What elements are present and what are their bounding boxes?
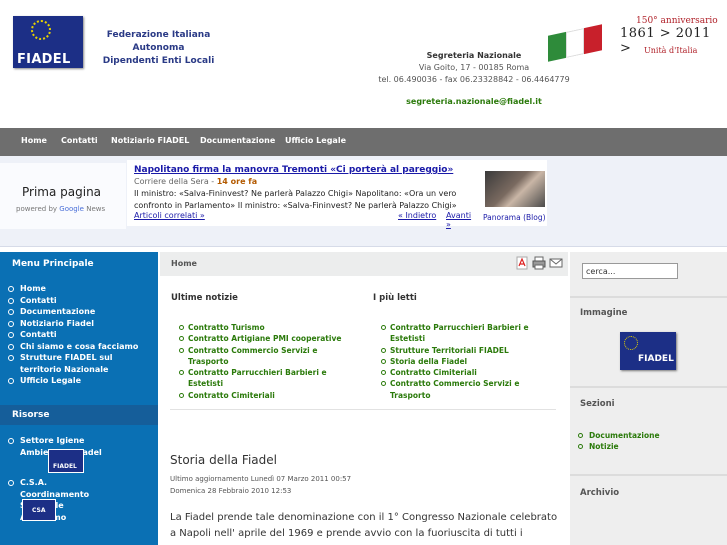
menu-item-chi-siamo[interactable]: Chi siamo e cosa facciamo [8, 341, 138, 353]
news-story: Napolitano firma la manovra Tremonti «Ci… [127, 160, 547, 229]
menu-item-contatti-2[interactable]: Contatti [8, 329, 138, 341]
nav-home[interactable]: Home [21, 136, 47, 145]
sections-list: Documentazione Notizie [578, 430, 660, 452]
most-read-list: Contratto Parrucchieri Barbieri e Esteti… [381, 322, 541, 401]
list-item[interactable]: Contratto Commercio Servizi e Trasporto [381, 378, 531, 401]
related-articles-link[interactable]: Articoli correlati » [134, 211, 205, 220]
article-created: Domenica 28 Febbraio 2010 12:53 [170, 487, 292, 495]
anniversary-subtitle: Unità d'Italia [644, 46, 698, 55]
google-logo: Google [59, 205, 84, 213]
right-sidebar: Immagine FIADEL Sezioni Documentazione N… [570, 252, 727, 545]
print-icon[interactable] [532, 256, 546, 270]
archive-title: Archivio [580, 488, 620, 498]
sections-title: Sezioni [580, 399, 615, 409]
address: Via Goito, 17 - 00185 Roma [418, 63, 530, 72]
breadcrumb-bar: Home [160, 252, 568, 276]
article-meta: Ultimo aggiornamento Lunedì 07 Marzo 201… [170, 473, 351, 497]
main-content: Home Ultime notizie Contratto Turismo Co… [160, 252, 568, 545]
org-line-1: Federazione Italiana Autonoma [106, 30, 211, 53]
list-item[interactable]: Contratto Artigiane PMI cooperative [179, 333, 349, 344]
news-photo[interactable] [485, 171, 545, 207]
menu-item-home[interactable]: Home [8, 283, 138, 295]
divider [570, 296, 727, 298]
anniversary-label: 150° anniversario [636, 16, 718, 26]
divider [170, 409, 556, 410]
breadcrumb[interactable]: Home [171, 259, 197, 268]
list-item[interactable]: Contratto Cimiteriali [179, 390, 349, 401]
org-line-2: Dipendenti Enti Locali [102, 56, 215, 66]
list-item[interactable]: Contratto Parrucchieri Barbieri e Esteti… [381, 322, 531, 345]
list-item[interactable]: Contratto Turismo [179, 322, 349, 333]
list-item[interactable]: Contratto Cimiteriali [381, 367, 541, 378]
divider [570, 474, 727, 476]
main-menu-title: Menu Principale [12, 259, 94, 269]
google-news-label: Prima pagina powered by Google News [0, 163, 126, 229]
pdf-icon[interactable] [516, 256, 528, 270]
igiene-ambientale-badge[interactable]: FIADEL [48, 449, 84, 473]
menu-item-contatti[interactable]: Contatti [8, 295, 138, 307]
italian-flag-icon [548, 24, 602, 62]
powered-by: powered by Google News [16, 205, 106, 213]
left-sidebar: Menu Principale Home Contatti Documentaz… [0, 252, 158, 545]
nav-notiziario[interactable]: Notiziario FIADEL [111, 136, 189, 145]
page: FIADEL Federazione Italiana Autonoma Dip… [0, 0, 727, 545]
phone-numbers: tel. 06.490036 - fax 06.23328842 - 06.44… [378, 75, 570, 84]
news-links: Articoli correlati » « Indietro Avanti » [134, 211, 474, 229]
csa-badge[interactable]: CSA [22, 499, 56, 521]
nav-ufficio-legale[interactable]: Ufficio Legale [285, 136, 346, 145]
news-headline[interactable]: Napolitano firma la manovra Tremonti «Ci… [134, 165, 453, 175]
list-item[interactable]: Storia della Fiadel [381, 356, 541, 367]
section-notizie[interactable]: Notizie [578, 441, 660, 452]
prima-pagina-title: Prima pagina [22, 185, 102, 199]
main-menu: Home Contatti Documentazione Notiziario … [8, 283, 138, 387]
news-summary: Il ministro: «Salva-Fininvest? Ne parler… [134, 189, 457, 210]
menu-item-notiziario[interactable]: Notiziario Fiadel [8, 318, 138, 330]
nav-contatti[interactable]: Contatti [61, 136, 98, 145]
fiadel-logo[interactable]: FIADEL [13, 16, 83, 68]
section-documentazione[interactable]: Documentazione [578, 430, 660, 441]
article-updated: Ultimo aggiornamento Lunedì 07 Marzo 201… [170, 475, 352, 483]
search-input[interactable] [582, 263, 678, 279]
next-link[interactable]: Avanti » [446, 211, 474, 229]
resources-title: Risorse [12, 410, 50, 420]
eu-stars-icon [624, 336, 638, 350]
unita-italia-banner: 150° anniversario 1861 > 2011 > Unità d'… [548, 16, 718, 62]
fiadel-image[interactable]: FIADEL [620, 332, 676, 370]
menu-item-ufficio-legale[interactable]: Ufficio Legale [8, 375, 138, 387]
divider [570, 386, 727, 388]
list-item[interactable]: Contratto Parrucchieri Barbieri e Esteti… [179, 367, 329, 390]
organization-name: Federazione Italiana Autonoma Dipendenti… [86, 29, 231, 68]
site-header: FIADEL Federazione Italiana Autonoma Dip… [0, 0, 727, 128]
email-icon[interactable] [549, 256, 563, 270]
menu-item-strutture[interactable]: Strutture FIADEL sul territorio Nazional… [8, 352, 118, 375]
main-nav: Home Contatti Notiziario FIADEL Document… [0, 128, 727, 156]
logo-text: FIADEL [17, 52, 71, 67]
image-title: Immagine [580, 308, 628, 318]
news-photo-caption[interactable]: Panorama (Blog) [483, 213, 546, 222]
list-item[interactable]: Contratto Commercio Servizi e Trasporto [179, 345, 349, 368]
news-source: Corriere della Sera - 14 ore fa [134, 177, 258, 186]
news-age: 14 ore fa [216, 177, 258, 186]
eu-stars-icon [31, 20, 51, 40]
article-title[interactable]: Storia della Fiadel [170, 453, 277, 467]
list-item[interactable]: Strutture Territoriali FIADEL [381, 345, 541, 356]
email-link[interactable]: segreteria.nazionale@fiadel.it [364, 96, 584, 108]
prev-link[interactable]: « Indietro [398, 211, 436, 220]
latest-news-list: Contratto Turismo Contratto Artigiane PM… [179, 322, 349, 401]
menu-item-documentazione[interactable]: Documentazione [8, 306, 138, 318]
latest-news-title: Ultime notizie [171, 293, 238, 303]
article-body: La Fiadel prende tale denominazione con … [170, 512, 558, 539]
most-read-title: I più letti [373, 293, 417, 303]
nav-documentazione[interactable]: Documentazione [200, 136, 275, 145]
